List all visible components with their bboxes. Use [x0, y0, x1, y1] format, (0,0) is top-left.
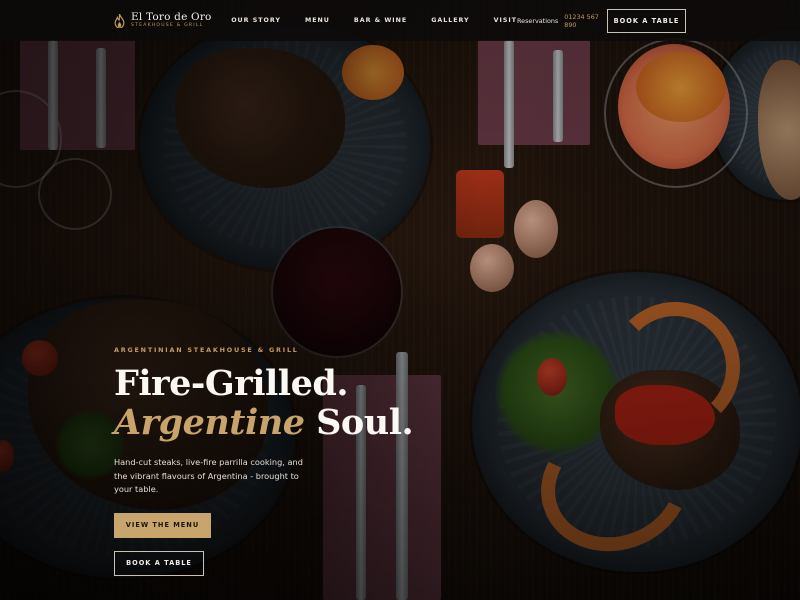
nav-link-visit[interactable]: VISIT — [494, 17, 517, 24]
brand-name: El Toro de Oro — [131, 10, 212, 23]
book-table-button[interactable]: BOOK A TABLE — [114, 550, 204, 576]
nav-link-menu[interactable]: MENU — [305, 17, 330, 24]
hero-headline: Fire-Grilled. Argentine Soul. — [114, 364, 474, 442]
brand-tagline: STEAKHOUSE & GRILL — [131, 23, 204, 29]
reservations-info: Reservations 01234 567 890 — [517, 13, 601, 29]
brand-logo[interactable]: El Toro de Oro STEAKHOUSE & GRILL — [114, 12, 231, 29]
reservations-phone-link[interactable]: 01234 567 890 — [564, 13, 601, 29]
nav-link-bar-wine[interactable]: BAR & WINE — [354, 17, 407, 24]
reservations-label: Reservations — [517, 16, 559, 25]
view-menu-button[interactable]: VIEW THE MENU — [114, 512, 211, 538]
nav-links: OUR STORY MENU BAR & WINE GALLERY VISIT — [231, 17, 517, 24]
flame-icon — [114, 13, 125, 28]
brand-text: El Toro de Oro STEAKHOUSE & GRILL — [131, 12, 212, 29]
nav-link-gallery[interactable]: GALLERY — [431, 17, 469, 24]
book-table-nav-button[interactable]: BOOK A TABLE — [607, 8, 686, 33]
headline-line-2: Argentine Soul. — [114, 403, 474, 442]
hero-content: ARGENTINIAN STEAKHOUSE & GRILL Fire-Gril… — [114, 346, 474, 576]
hero-subtext: Hand-cut steaks, live-fire parrilla cook… — [114, 457, 303, 495]
headline-line-1: Fire-Grilled. — [114, 363, 349, 404]
headline-soul-word: Soul. — [316, 402, 414, 444]
top-navbar: El Toro de Oro STEAKHOUSE & GRILL OUR ST… — [0, 0, 800, 41]
hero-eyebrow: ARGENTINIAN STEAKHOUSE & GRILL — [114, 346, 299, 354]
headline-accent-word: Argentine — [114, 402, 305, 444]
nav-link-our-story[interactable]: OUR STORY — [231, 17, 281, 24]
